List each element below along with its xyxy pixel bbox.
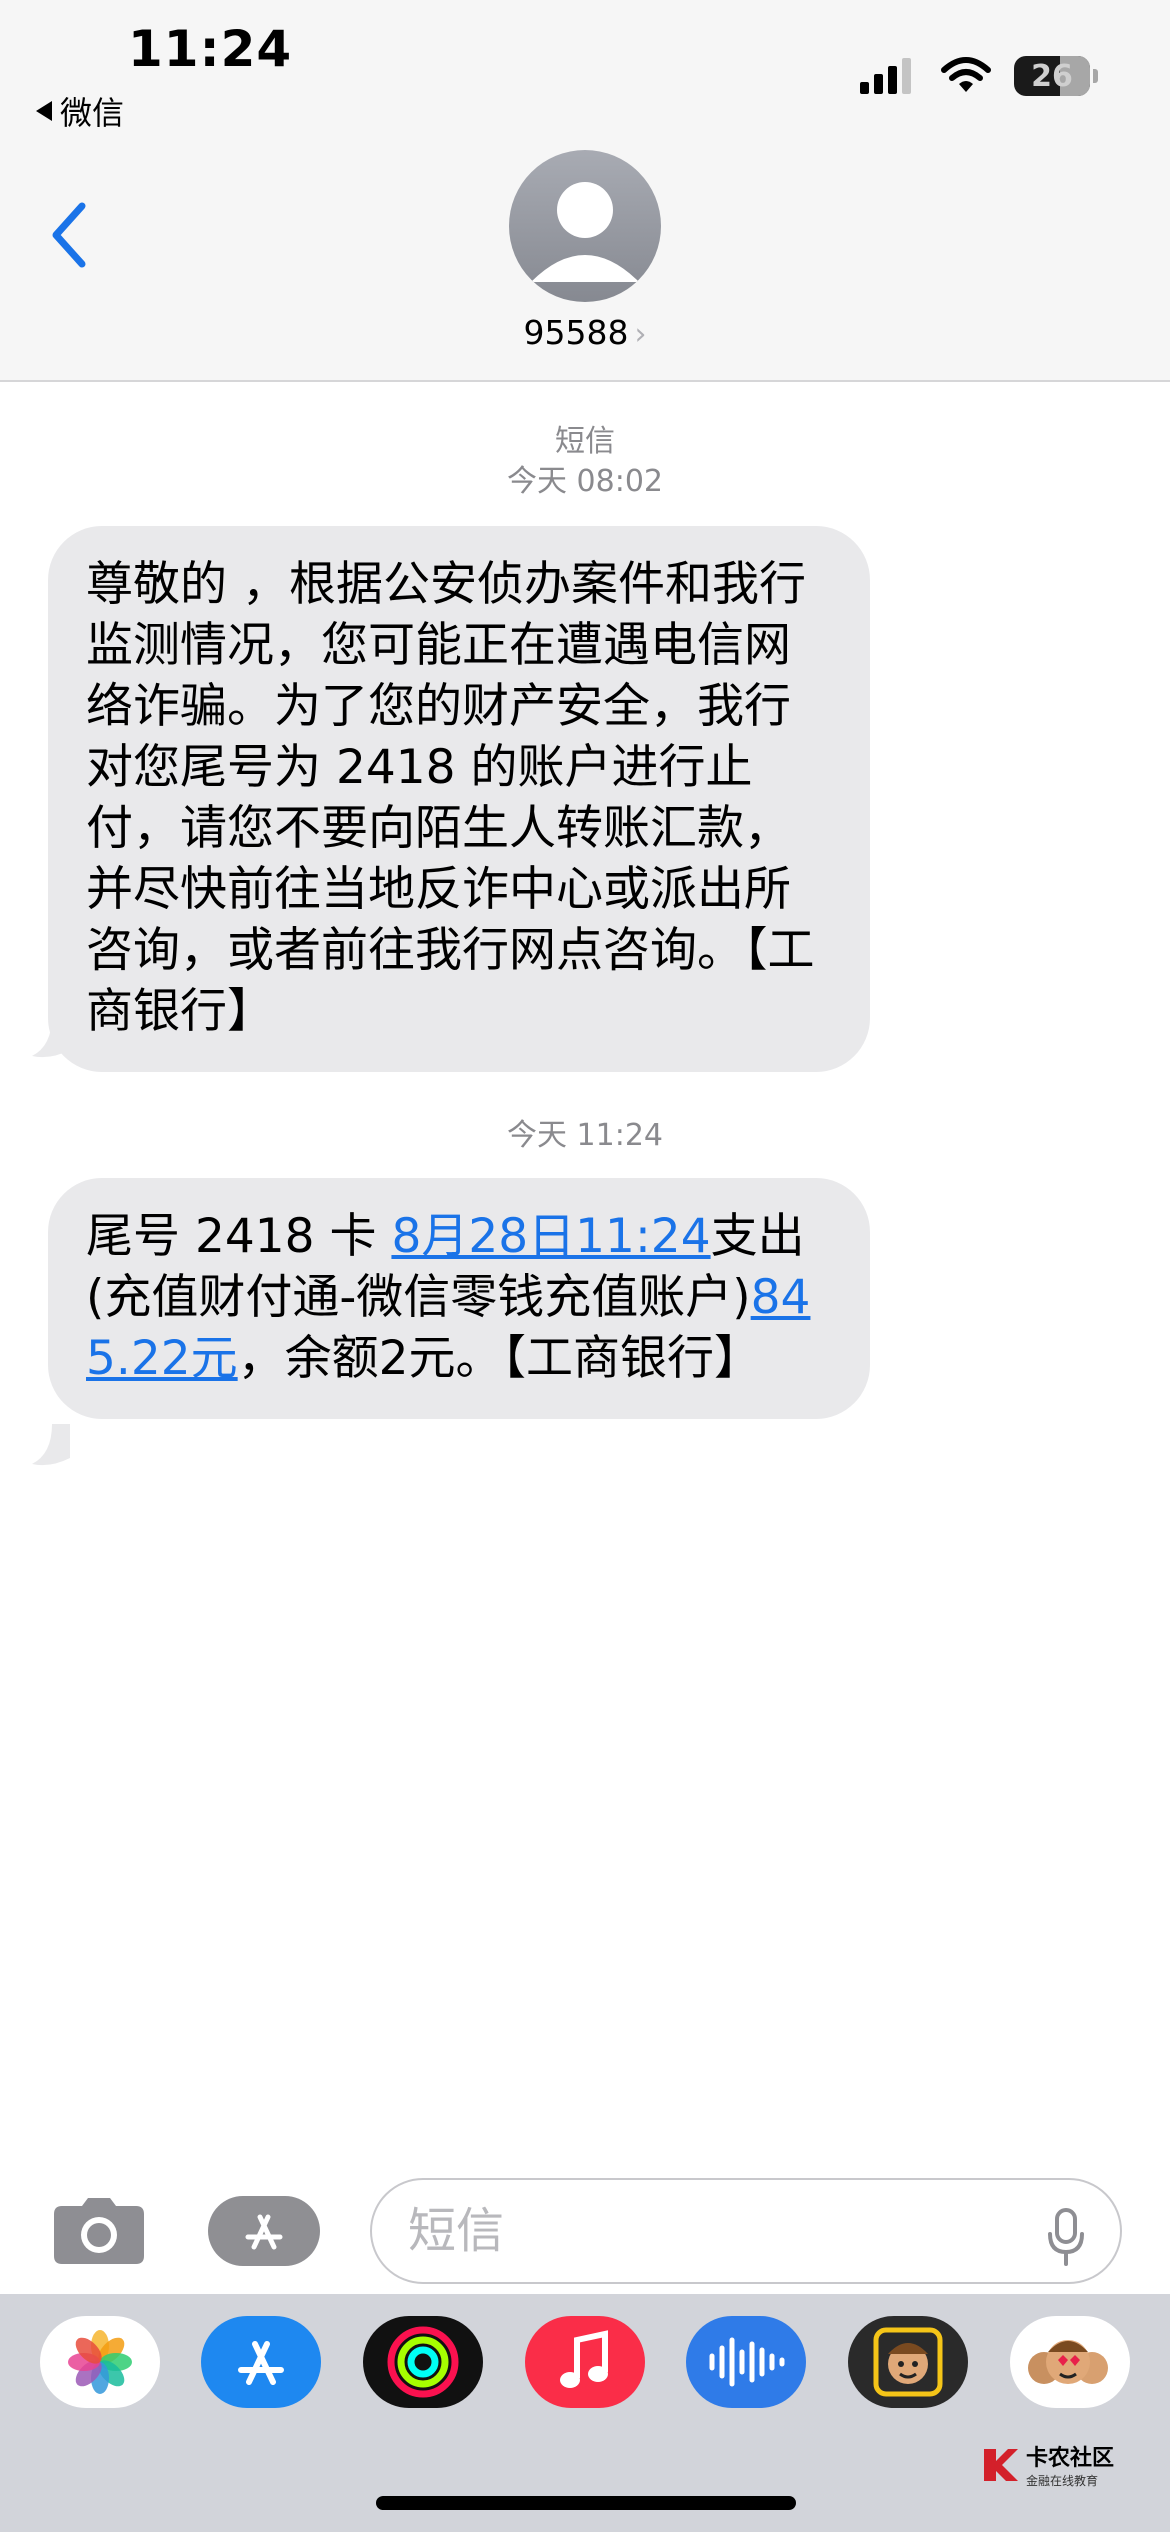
watermark-logo-icon: [983, 2448, 1018, 2481]
music-app[interactable]: [525, 2316, 645, 2408]
message-bubble[interactable]: 尾号 2418 卡 8月28日11:24支出(充值财付通-微信零钱充值账户)84…: [48, 1178, 870, 1419]
compose-bar: [0, 2170, 1170, 2290]
photos-app[interactable]: [40, 2316, 160, 2408]
status-time: 11:24: [128, 20, 293, 78]
activity-rings-icon: [387, 2326, 459, 2398]
audio-message-app[interactable]: [686, 2316, 806, 2408]
watermark-subtitle: 金融在线教育: [1025, 2474, 1098, 2488]
watermark-title: 卡农社区: [1025, 2446, 1114, 2471]
contact-name-button[interactable]: 95588 ›: [0, 313, 1170, 352]
battery-level: 26: [1031, 58, 1073, 94]
date-link[interactable]: 8月28日11:24: [391, 1209, 710, 1264]
back-triangle-icon: [36, 101, 52, 121]
waveform-icon: [709, 2337, 785, 2387]
bubble-tail: [32, 1424, 70, 1466]
battery-icon: 26: [1014, 56, 1098, 96]
memoji-stickers-app[interactable]: [1010, 2316, 1130, 2408]
message-text: ，余额2元。【工商银行】: [237, 1331, 762, 1386]
bubble-tail: [32, 1016, 70, 1058]
message-bubble[interactable]: 尊敬的 ，根据公安侦办案件和我行监测情况，您可能正在遭遇电信网络诈骗。为了您的财…: [48, 526, 870, 1072]
status-indicators: 26: [860, 56, 1098, 96]
camera-icon: [54, 2198, 144, 2264]
back-to-app-link[interactable]: 微信: [36, 88, 124, 134]
app-store-button[interactable]: [208, 2196, 320, 2266]
cellular-signal-icon: [860, 58, 911, 94]
person-icon: [531, 182, 639, 282]
dictation-button[interactable]: [1046, 2208, 1086, 2270]
app-store-app[interactable]: [201, 2316, 321, 2408]
app-store-icon: [238, 2341, 284, 2385]
message-input[interactable]: [370, 2178, 1122, 2284]
watermark: 卡农社区 金融在线教育: [980, 2440, 1114, 2489]
wifi-icon: [941, 57, 991, 92]
memoji-stickers-icon: [1028, 2340, 1108, 2384]
contact-number: 95588: [523, 313, 629, 352]
app-store-icon: [245, 2214, 283, 2250]
microphone-icon: [1048, 2208, 1084, 2266]
photos-icon: [68, 2330, 132, 2394]
home-indicator[interactable]: [376, 2496, 796, 2510]
memoji-app[interactable]: [848, 2316, 968, 2408]
back-button[interactable]: [48, 200, 88, 274]
message-timestamp: 今天 11:24: [507, 1118, 663, 1153]
navigation-header: 11:24 微信 26 95588 ›: [0, 0, 1170, 382]
fitness-app[interactable]: [363, 2316, 483, 2408]
back-app-label: 微信: [60, 94, 125, 132]
service-label: 短信: [555, 424, 615, 459]
message-text: 尊敬的 ，根据公安侦办案件和我行监测情况，您可能正在遭遇电信网络诈骗。为了您的财…: [86, 557, 815, 1039]
chevron-left-icon: [52, 202, 86, 268]
music-note-icon: [560, 2330, 608, 2388]
chevron-right-icon: ›: [634, 317, 647, 352]
watermark-text: 卡农社区 金融在线教育: [1026, 2440, 1114, 2489]
camera-button[interactable]: [54, 2198, 144, 2264]
memoji-icon: [873, 2327, 943, 2397]
message-text: 尾号 2418 卡: [86, 1209, 392, 1264]
message-timestamp: 今天 08:02: [507, 464, 663, 499]
contact-avatar[interactable]: [509, 150, 661, 302]
